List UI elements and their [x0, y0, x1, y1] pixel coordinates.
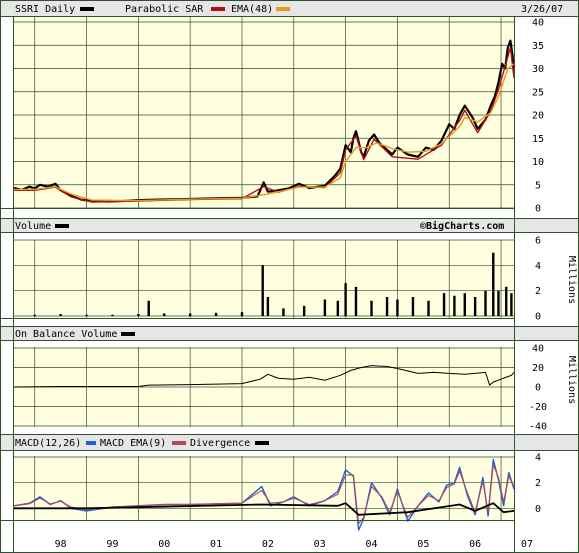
volume-label: Volume [15, 221, 51, 232]
symbol-label: SSRI Daily [15, 4, 75, 15]
divergence-legend-swatch [255, 441, 269, 445]
y-tick-label: -40 [529, 422, 547, 433]
volume-bar [370, 300, 373, 316]
volume-units-label: Millions [566, 256, 577, 304]
obv-legend-swatch [121, 332, 135, 336]
y-tick-label: 10 [532, 157, 544, 168]
y-tick-label: 0 [535, 504, 541, 515]
macd-ema-legend-swatch [172, 441, 186, 445]
volume-bar [411, 297, 415, 316]
sar-legend-swatch [211, 7, 225, 11]
macd-ema-label: MACD EMA(9) [100, 438, 166, 449]
volume-bar [111, 314, 114, 316]
volume-bar [240, 312, 244, 316]
volume-bar [33, 314, 36, 316]
volume-bar [282, 308, 285, 316]
volume-bar [302, 305, 306, 316]
volume-bar [510, 293, 513, 316]
y-tick-label: 40 [532, 344, 544, 355]
volume-bar [505, 286, 508, 316]
volume-bar [492, 252, 495, 316]
chart-date: 3/26/07 [521, 4, 563, 15]
volume-bar [453, 295, 456, 316]
volume-bar [385, 297, 389, 316]
x-tick-label: 00 [158, 539, 170, 550]
volume-bar [261, 265, 264, 316]
x-tick-label: 98 [55, 539, 67, 550]
stock-chart: SSRI Daily Parabolic SAR EMA(48) 3/26/07… [0, 0, 579, 553]
y-tick-label: 15 [532, 134, 544, 145]
watermark: ©BigCharts.com [420, 220, 504, 232]
volume-bar [147, 300, 150, 316]
x-tick-label: 02 [262, 539, 274, 550]
y-tick-label: 0 [535, 312, 541, 323]
volume-bar [442, 293, 446, 316]
macd-legend-swatch [86, 441, 96, 445]
volume-bar [323, 299, 327, 316]
macd-label: MACD(12,26) [15, 438, 81, 449]
symbol-legend-swatch [80, 7, 94, 11]
volume-bar [214, 312, 218, 316]
x-tick-label: 99 [106, 539, 118, 550]
y-tick-label: 20 [532, 111, 544, 122]
y-tick-label: 40 [532, 18, 544, 29]
x-tick-label: 03 [314, 539, 326, 550]
volume-bar [427, 300, 430, 316]
x-tick-label: 07 [521, 539, 533, 550]
ema-label: EMA(48) [231, 4, 273, 15]
x-tick-label: 01 [210, 539, 222, 550]
volume-bar [85, 314, 88, 316]
volume-bar [354, 286, 358, 316]
x-tick-label: 06 [469, 539, 481, 550]
volume-bar [163, 313, 166, 316]
x-tick-label: 05 [417, 539, 429, 550]
volume-bar [497, 290, 500, 316]
volume-bar [266, 297, 270, 316]
y-tick-label: 25 [532, 87, 544, 98]
y-tick-label: 2 [535, 286, 541, 297]
price-plot-bg [14, 16, 514, 208]
y-tick-label: 20 [532, 363, 544, 374]
y-tick-label: 2 [535, 478, 541, 489]
volume-bar [473, 297, 477, 316]
y-tick-label: 4 [535, 261, 541, 272]
y-tick-label: 0 [535, 204, 541, 215]
volume-bar [344, 283, 347, 316]
y-tick-label: 6 [535, 236, 541, 247]
volume-bar [396, 299, 399, 316]
y-tick-label: 35 [532, 41, 544, 52]
obv-units-label: Millions [566, 356, 577, 404]
x-tick-label: 04 [365, 539, 377, 550]
y-tick-label: 0 [535, 383, 541, 394]
divergence-label: Divergence [190, 438, 250, 449]
y-tick-label: -20 [529, 402, 547, 413]
volume-legend-swatch [55, 224, 69, 228]
volume-bar [188, 313, 192, 316]
volume-bar [137, 314, 140, 316]
y-tick-label: 4 [535, 453, 541, 464]
y-tick-label: 30 [532, 64, 544, 75]
volume-bar [484, 290, 487, 316]
ema-legend-swatch [276, 7, 290, 11]
volume-bar [336, 300, 340, 316]
sar-label: Parabolic SAR [125, 4, 204, 15]
volume-bar [59, 314, 62, 316]
volume-bar [463, 293, 466, 316]
y-tick-label: 5 [535, 180, 541, 191]
volume-plot-bg [14, 240, 514, 318]
obv-label: On Balance Volume [15, 329, 117, 340]
